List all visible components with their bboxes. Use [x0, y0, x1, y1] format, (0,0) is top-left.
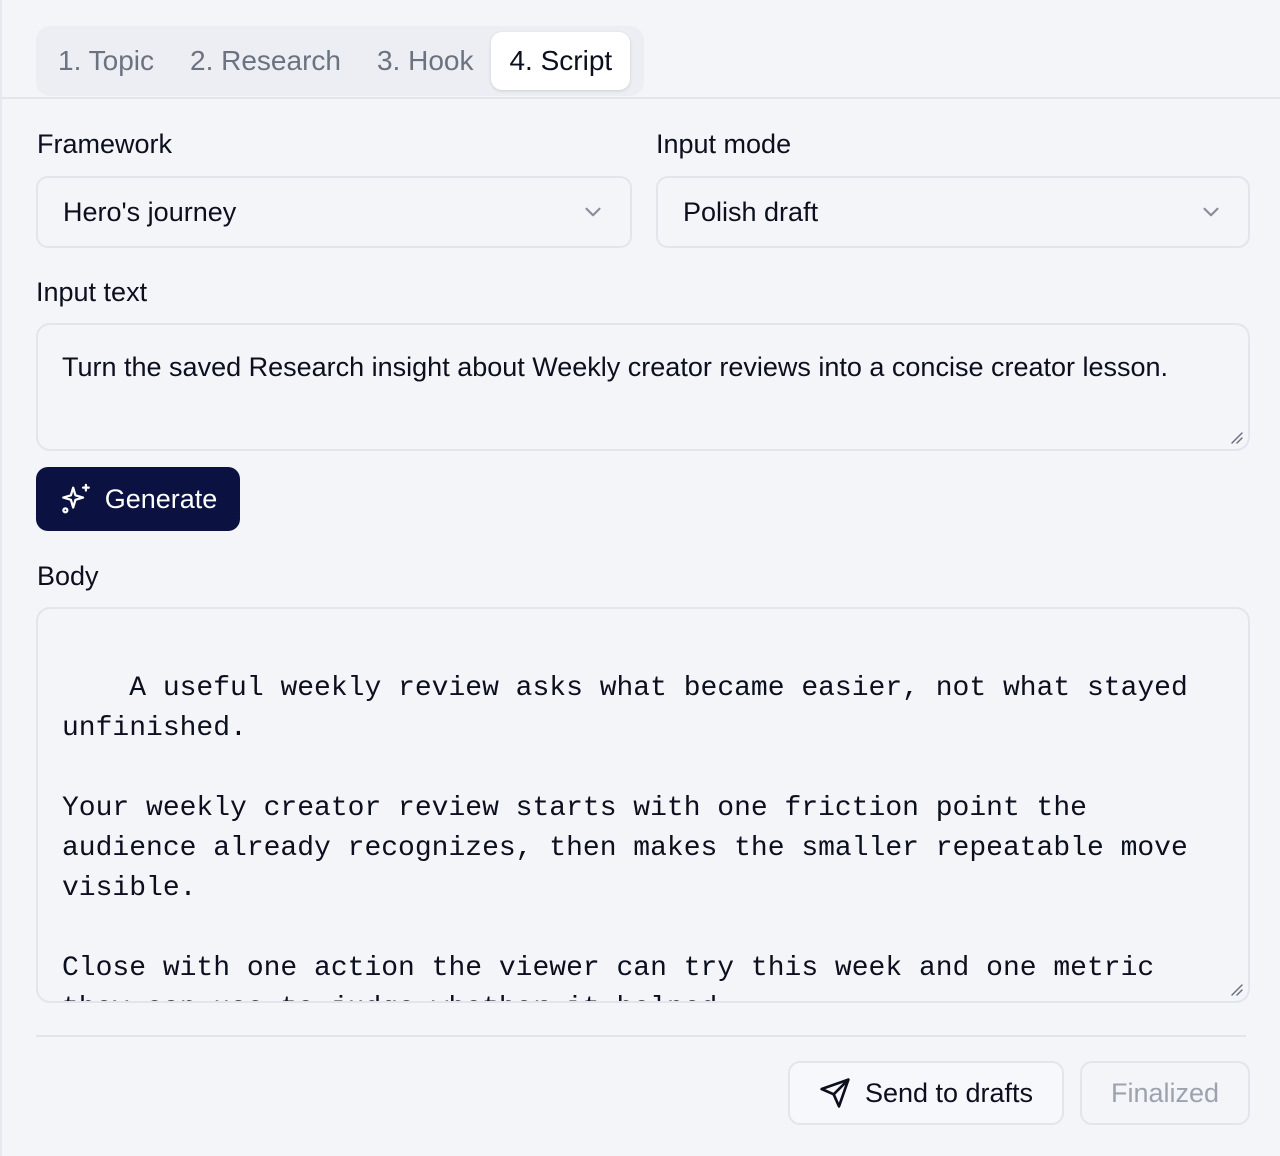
body-field[interactable]: A useful weekly review asks what became … — [36, 607, 1250, 1003]
input-text-label: Input text — [36, 277, 148, 307]
input-text-value: Turn the saved Research insight about We… — [62, 352, 1169, 382]
tab-script[interactable]: 4. Script — [491, 32, 631, 90]
tab-topic[interactable]: 1. Topic — [40, 32, 172, 90]
send-to-drafts-button[interactable]: Send to drafts — [788, 1061, 1064, 1125]
finalized-button[interactable]: Finalized — [1080, 1061, 1250, 1125]
input-text-field[interactable]: Turn the saved Research insight about We… — [36, 323, 1250, 451]
generate-label: Generate — [104, 483, 218, 514]
resize-handle-icon[interactable] — [1228, 981, 1244, 997]
framework-select[interactable]: Hero's journey — [36, 176, 632, 248]
body-value: A useful weekly review asks what became … — [62, 673, 1188, 1001]
framework-value: Hero's journey — [63, 196, 237, 227]
tab-research[interactable]: 2. Research — [172, 32, 359, 90]
step-tabs: 1. Topic 2. Research 3. Hook 4. Script — [36, 26, 644, 96]
framework-label: Framework — [37, 129, 173, 159]
chevron-down-icon — [1203, 207, 1219, 217]
chevron-down-icon — [585, 207, 601, 217]
send-to-drafts-label: Send to drafts — [864, 1077, 1034, 1108]
resize-handle-icon[interactable] — [1228, 429, 1244, 445]
input-mode-label: Input mode — [656, 129, 792, 159]
tabs-divider — [2, 97, 1280, 99]
input-mode-select[interactable]: Polish draft — [656, 176, 1250, 248]
generate-button[interactable]: Generate — [36, 467, 240, 531]
script-step-panel: 1. Topic 2. Research 3. Hook 4. Script F… — [0, 0, 1280, 1156]
footer-divider — [36, 1035, 1246, 1037]
body-label: Body — [37, 561, 99, 591]
send-icon — [820, 1078, 850, 1108]
finalized-label: Finalized — [1110, 1077, 1220, 1108]
sparkles-icon — [61, 483, 90, 514]
input-mode-value: Polish draft — [683, 196, 819, 227]
tab-hook[interactable]: 3. Hook — [359, 32, 492, 90]
